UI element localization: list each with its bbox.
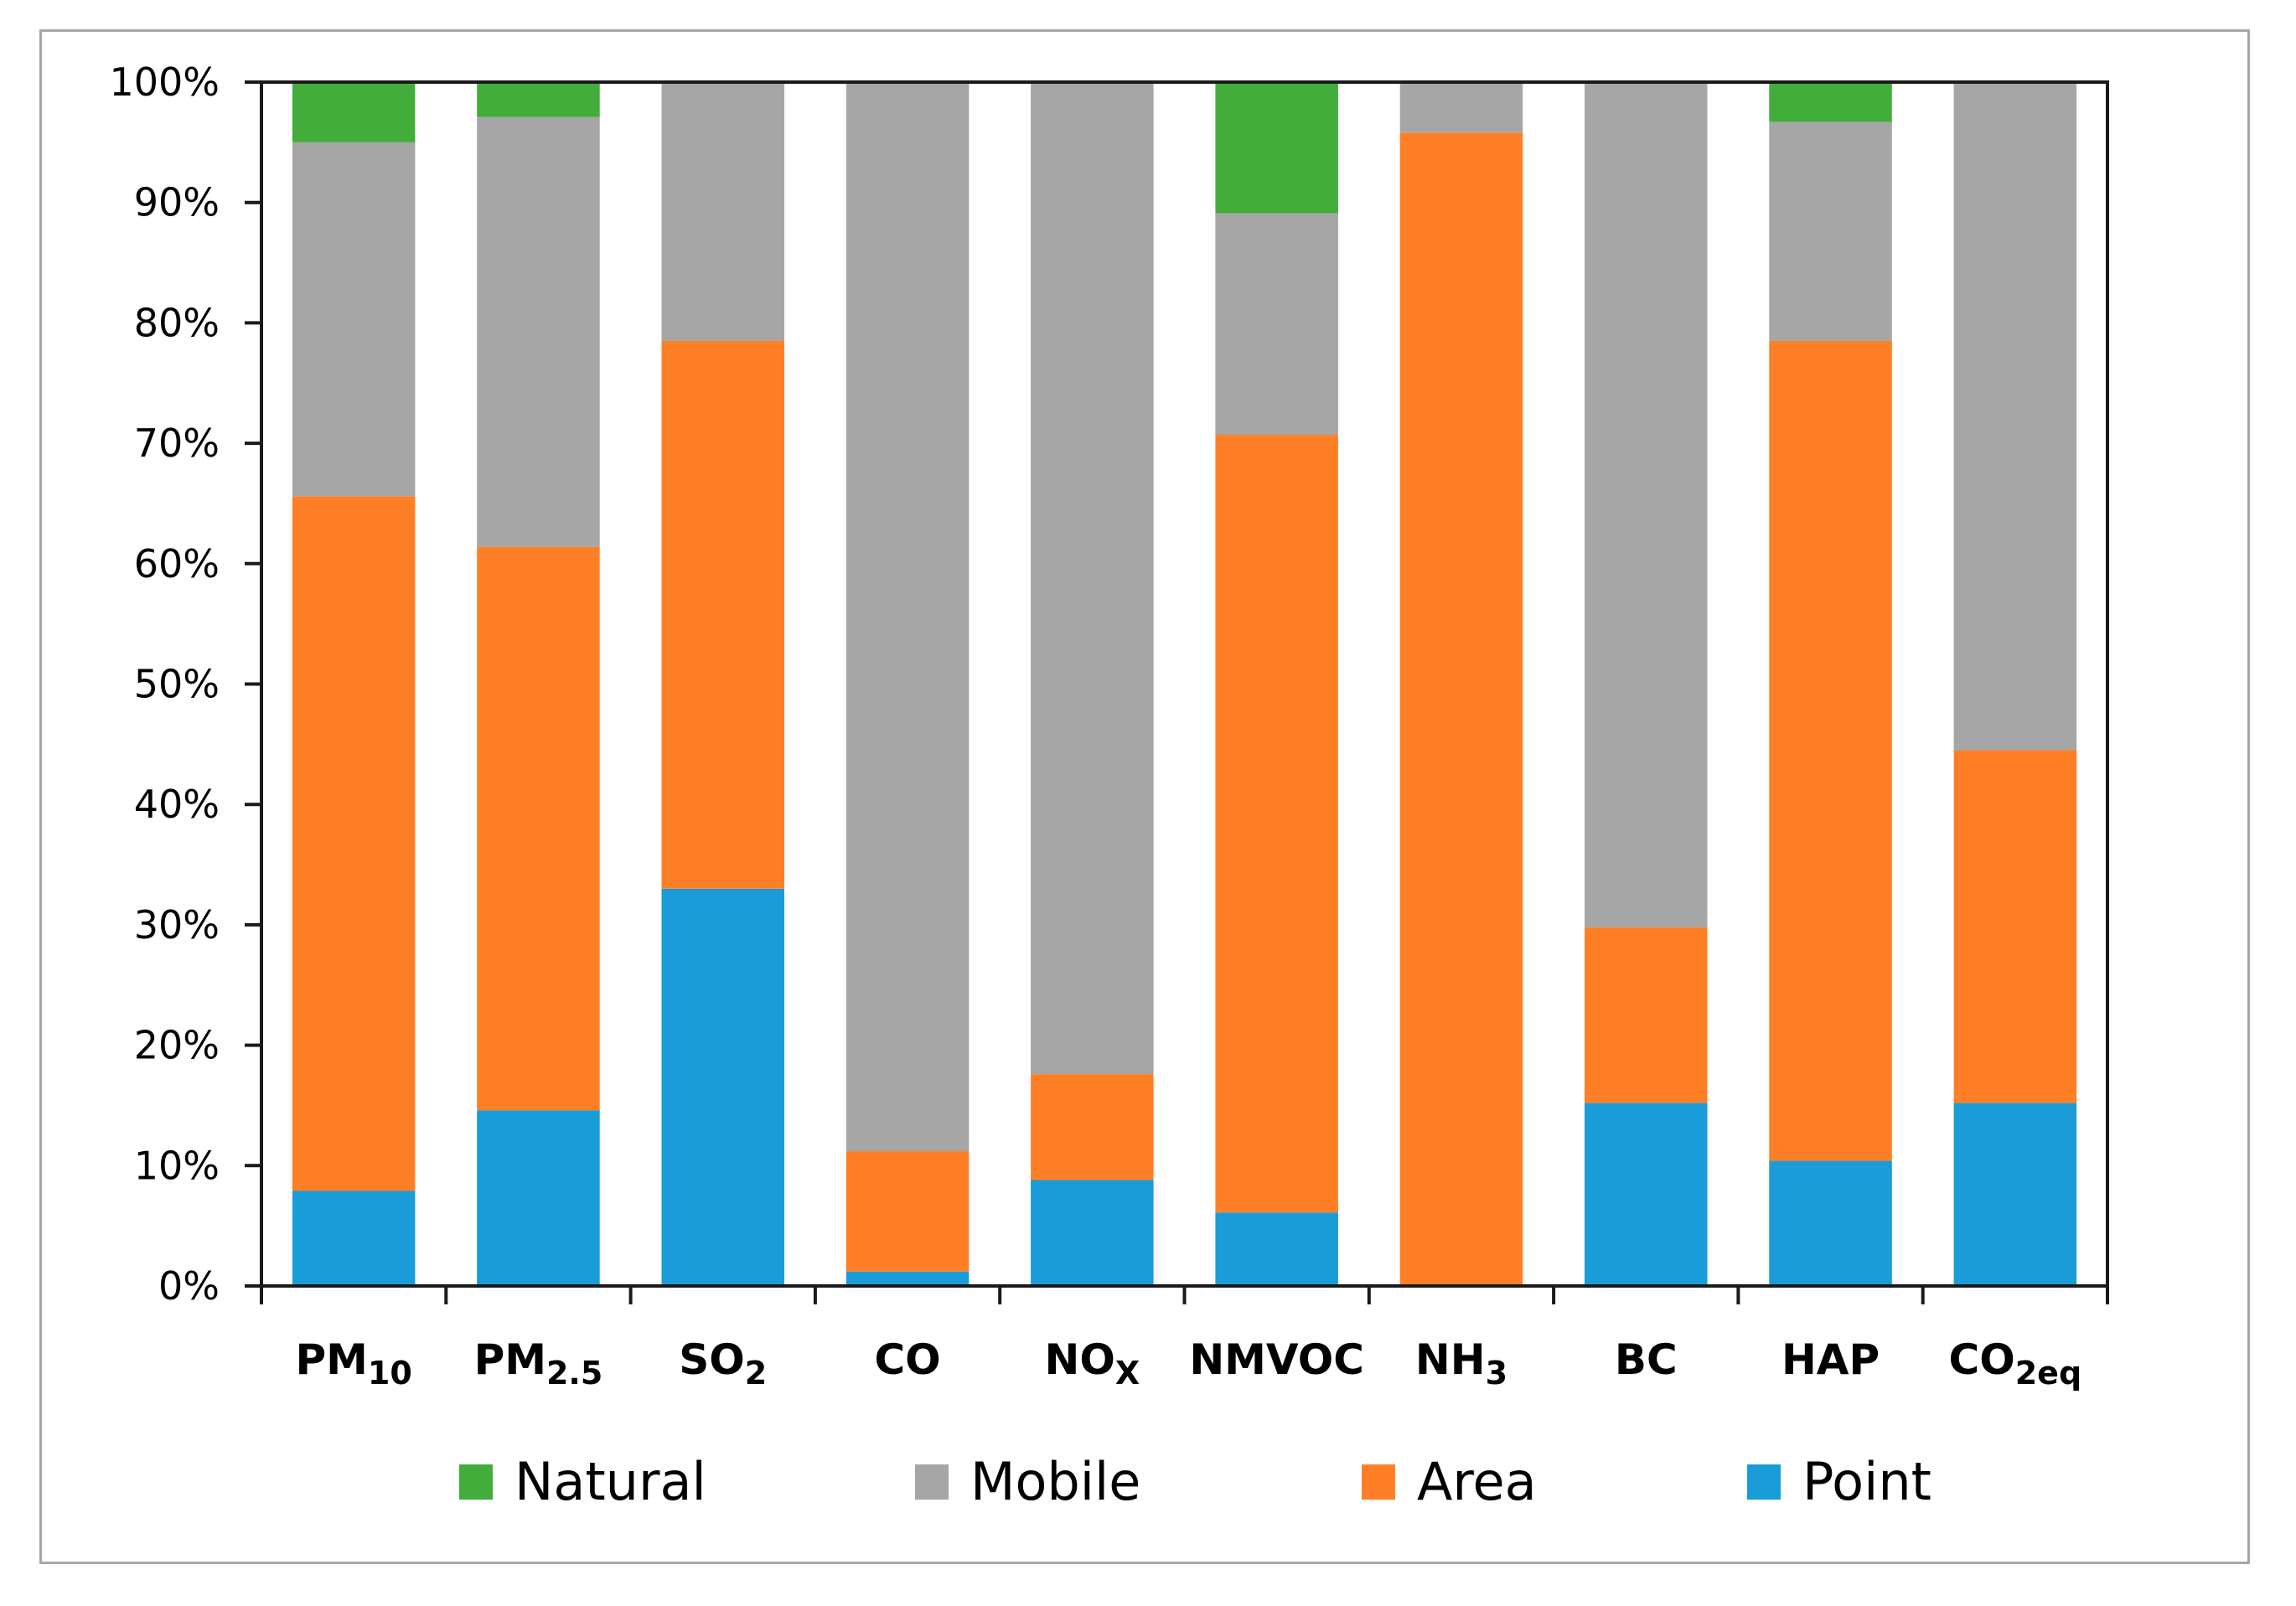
x-tick-label: CO [874,1335,940,1384]
y-tick-label: 40% [134,782,220,827]
bar-segment-mobile-6 [1399,82,1523,133]
legend: Natural Mobile Area Point [459,1451,1931,1512]
x-tick-label: PM2.5 [474,1335,603,1392]
bar-segment-point-1 [477,1110,600,1286]
bar-segment-point-0 [292,1190,416,1286]
y-tick-label: 80% [134,300,220,345]
x-tick-label: NMVOC [1189,1335,1364,1384]
legend-label-mobile: Mobile [970,1451,1140,1512]
bar-segment-point-4 [1031,1180,1154,1286]
bar-segment-mobile-0 [292,142,416,497]
bar-segment-mobile-3 [845,82,970,1152]
y-tick-label: 50% [134,662,220,707]
bar-segment-point-3 [845,1271,970,1286]
x-tick-label: CO2eq [1949,1335,2082,1392]
legend-label-point: Point [1802,1451,1931,1512]
legend-label-natural: Natural [515,1451,706,1512]
bar-segment-point-8 [1769,1160,1892,1286]
bar-segment-natural-0 [292,82,416,142]
x-tick-label: NH3 [1415,1335,1507,1392]
bar-segment-area-7 [1585,927,1708,1103]
bar-segment-natural-8 [1769,82,1892,122]
x-axis-labels: PM10 PM2.5 SO2 CO NOX NMVOC NH3 BC HAP CO2eq [296,1335,2082,1392]
bar-segment-point-7 [1585,1103,1708,1286]
bar-segment-area-6 [1399,132,1523,1286]
legend-swatch-mobile [915,1464,949,1500]
y-tick-label: 70% [134,421,220,466]
bar-segment-mobile-8 [1769,121,1892,341]
y-tick-label: 30% [134,902,220,948]
bar-segment-mobile-4 [1031,82,1154,1075]
y-tick-label: 100% [109,59,220,105]
bar-segment-mobile-1 [477,116,600,547]
stacked-bar-chart: 0%10%20%30%40%50%60%70%80%90%100% PM10 PM… [109,59,2109,1512]
legend-label-area: Area [1417,1451,1537,1512]
bar-segment-area-8 [1769,340,1892,1161]
bar-segment-point-5 [1215,1212,1338,1286]
x-tick-label: NOX [1045,1335,1140,1392]
y-tick-label: 60% [134,541,220,586]
x-tick-label: BC [1615,1335,1678,1384]
legend-swatch-natural [459,1464,493,1500]
x-tick-label: SO2 [679,1335,767,1392]
bar-segment-area-0 [292,496,416,1191]
bar-segment-point-2 [661,888,784,1286]
bar-segment-natural-5 [1215,82,1338,214]
bar-segment-area-3 [845,1151,970,1272]
bar-segment-area-9 [1953,750,2077,1103]
bar-segment-area-5 [1215,435,1338,1213]
bar-segment-mobile-7 [1585,82,1708,927]
x-tick-label: PM10 [296,1335,412,1392]
bar-segment-area-4 [1031,1074,1154,1180]
bar-segment-mobile-9 [1953,82,2077,751]
bar-segment-area-1 [477,546,600,1111]
bar-segment-area-2 [661,340,784,889]
y-tick-label: 10% [134,1143,220,1188]
bars-layer [292,82,2077,1286]
y-tick-label: 20% [134,1023,220,1068]
bar-segment-mobile-5 [1215,213,1338,436]
y-tick-label: 0% [158,1263,220,1309]
y-axis-ticks: 0% 10% 20% 30% 40% 50% 60% 70% 80% 90% 100% [109,59,261,1309]
x-tick-label: HAP [1781,1335,1880,1384]
bar-segment-natural-1 [477,82,600,117]
legend-swatch-point [1747,1464,1781,1500]
bar-segment-mobile-2 [661,82,784,341]
y-tick-label: 90% [134,180,220,225]
legend-swatch-area [1362,1464,1395,1500]
bar-segment-point-9 [1953,1103,2077,1286]
